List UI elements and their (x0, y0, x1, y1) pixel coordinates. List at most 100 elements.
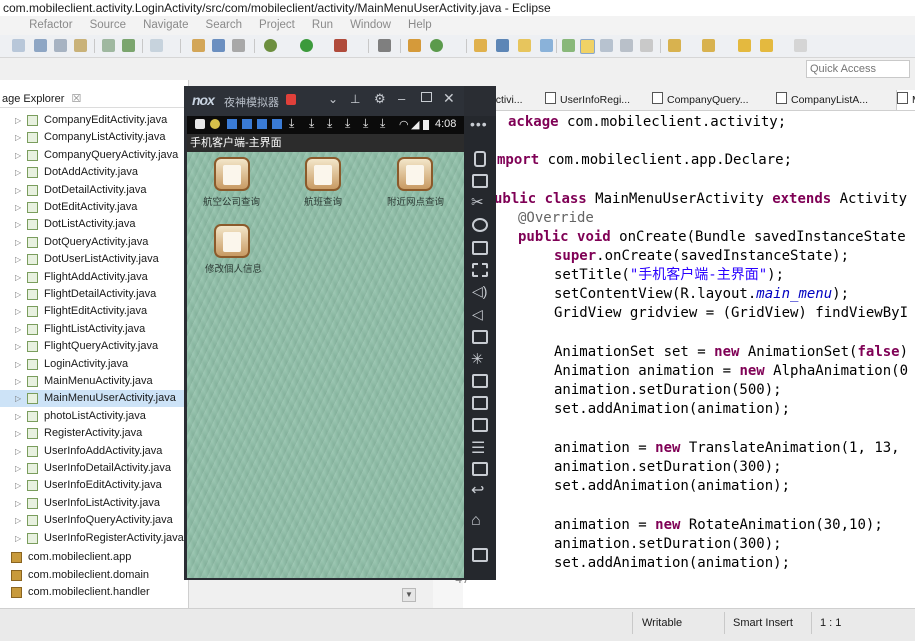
expand-arrow-icon[interactable]: ▷ (15, 164, 21, 181)
expand-arrow-icon[interactable]: ▷ (15, 303, 21, 320)
tree-file-item[interactable]: ▷ DotAddActivity.java (0, 164, 186, 181)
home-icon[interactable]: ⌂ (471, 512, 481, 530)
multi-instance-icon[interactable] (472, 396, 488, 410)
tree-file-item[interactable]: ▷ UserInfoAddActivity.java (0, 443, 186, 460)
menu-source[interactable]: Source (90, 19, 126, 31)
package-explorer-tab[interactable]: age Explorer ☒ (0, 90, 188, 108)
prev-annotation-icon[interactable] (702, 39, 715, 52)
expand-arrow-icon[interactable]: ▷ (15, 460, 21, 477)
open-type-icon[interactable] (192, 39, 205, 52)
search-icon[interactable] (378, 39, 391, 52)
back-icon[interactable] (760, 39, 773, 52)
open-folder-icon[interactable] (474, 39, 487, 52)
external-tools-icon[interactable] (334, 39, 347, 52)
code-area[interactable]: ackage com.mobileclient.activity; mport … (494, 110, 915, 580)
window-icon[interactable] (540, 39, 553, 52)
tree-file-item[interactable]: ▷ DotEditActivity.java (0, 199, 186, 216)
android-sdk-icon[interactable] (102, 39, 115, 52)
expand-arrow-icon[interactable]: ▷ (15, 147, 21, 164)
tree-file-item[interactable]: ▷ MainMenuActivity.java (0, 373, 186, 390)
menu-navigate[interactable]: Navigate (143, 19, 188, 31)
tree-package-item[interactable]: com.mobileclient.app (0, 549, 186, 566)
save-all-icon[interactable] (54, 39, 67, 52)
print-icon[interactable] (74, 39, 87, 52)
avd-manager-icon[interactable] (122, 39, 135, 52)
tree-file-item[interactable]: ▷ FlightAddActivity.java (0, 269, 186, 286)
tree-file-item[interactable]: ▷ FlightDetailActivity.java (0, 286, 186, 303)
expand-arrow-icon[interactable]: ▷ (15, 269, 21, 286)
fullscreen-icon[interactable] (472, 263, 488, 277)
expand-arrow-icon[interactable]: ▷ (15, 495, 21, 512)
console-icon[interactable] (232, 39, 245, 52)
new-icon[interactable] (12, 39, 25, 52)
keyboard-icon[interactable] (472, 174, 488, 188)
pin-icon[interactable]: ⊥ (350, 92, 360, 106)
expand-arrow-icon[interactable]: ▷ (15, 443, 21, 460)
forward-icon[interactable] (794, 39, 807, 52)
debug-icon[interactable] (264, 39, 277, 52)
tree-file-item[interactable]: ▷ UserInfoDetailActivity.java (0, 460, 186, 477)
tab-main-menu-user[interactable]: M (896, 90, 915, 110)
block-selection-icon[interactable] (600, 39, 613, 52)
new-package-icon[interactable] (408, 39, 421, 52)
expand-arrow-icon[interactable]: ▷ (15, 408, 21, 425)
tree-file-item[interactable]: ▷ DotDetailActivity.java (0, 182, 186, 199)
location-icon[interactable] (472, 218, 488, 232)
menu-help[interactable]: Help (408, 19, 432, 31)
pilcrow-icon[interactable] (640, 39, 653, 52)
new-class-icon[interactable] (430, 39, 443, 52)
checklist-icon[interactable] (150, 39, 163, 52)
tree-file-item[interactable]: ▷ UserInfoQueryActivity.java (0, 512, 186, 529)
scroll-down-button[interactable]: ▼ (402, 588, 416, 602)
outline-icon[interactable] (212, 39, 225, 52)
expand-arrow-icon[interactable]: ▷ (15, 251, 21, 268)
nearby-outlet-query-icon[interactable] (397, 157, 433, 191)
tab-company-list[interactable]: CompanyListA... (776, 90, 886, 110)
quick-access-input[interactable] (806, 60, 910, 78)
menu-window[interactable]: Window (350, 19, 391, 31)
gear-icon[interactable]: ⚙ (374, 91, 386, 107)
phone-rotate-icon[interactable] (474, 151, 486, 167)
shake-icon[interactable]: ✳ (471, 350, 484, 368)
expand-arrow-icon[interactable]: ▷ (15, 530, 21, 547)
back-icon[interactable]: ↩ (471, 480, 484, 500)
menu-run[interactable]: Run (312, 19, 333, 31)
recent-apps-icon[interactable] (472, 548, 488, 562)
tree-file-item[interactable]: ▷ FlightEditActivity.java (0, 303, 186, 320)
airline-query-icon[interactable] (214, 157, 250, 191)
apk-install-icon[interactable] (472, 330, 488, 344)
volume-down-icon[interactable]: ◁ (472, 306, 483, 323)
alert-icon[interactable] (286, 94, 296, 105)
tree-file-item[interactable]: ▷ LoginActivity.java (0, 356, 186, 373)
tree-file-item[interactable]: ▷ UserInfoListActivity.java (0, 495, 186, 512)
tree-file-item[interactable]: ▷ FlightListActivity.java (0, 321, 186, 338)
expand-arrow-icon[interactable]: ▷ (15, 286, 21, 303)
tree-file-item[interactable]: ▷ RegisterActivity.java (0, 425, 186, 442)
tab-userinfo-register[interactable]: UserInfoRegi... (545, 90, 645, 110)
expand-arrow-icon[interactable]: ▷ (15, 338, 21, 355)
tree-file-item[interactable]: ▷ CompanyListActivity.java (0, 129, 186, 146)
minimize-icon[interactable]: – (398, 91, 405, 106)
menu-search[interactable]: Search (206, 19, 242, 31)
expand-arrow-icon[interactable]: ▷ (15, 112, 21, 129)
tree-file-item[interactable]: ▷ CompanyQueryActivity.java (0, 147, 186, 164)
save-icon[interactable] (34, 39, 47, 52)
close-icon[interactable]: ✕ (443, 90, 455, 107)
expand-arrow-icon[interactable]: ▷ (15, 182, 21, 199)
expand-arrow-icon[interactable]: ▷ (15, 321, 21, 338)
screen-icon[interactable] (472, 241, 488, 255)
expand-arrow-icon[interactable]: ▷ (15, 199, 21, 216)
expand-arrow-icon[interactable]: ▷ (15, 373, 21, 390)
next-annotation-icon[interactable] (668, 39, 681, 52)
tree-file-item[interactable]: ▷ MainMenuUserActivity.java (0, 390, 186, 408)
tree-package-item[interactable]: com.mobileclient.handler (0, 584, 186, 601)
scissors-icon[interactable]: ✂ (471, 193, 484, 211)
expand-arrow-icon[interactable]: ▷ (15, 129, 21, 146)
show-whitespace-icon[interactable] (620, 39, 633, 52)
expand-arrow-icon[interactable]: ▷ (15, 477, 21, 494)
volume-up-icon[interactable]: ◁) (472, 283, 487, 300)
tree-package-item[interactable]: com.mobileclient.domain (0, 567, 186, 584)
run-icon[interactable] (300, 39, 313, 52)
tab-company-query[interactable]: CompanyQuery... (652, 90, 764, 110)
expand-arrow-icon[interactable]: ▷ (15, 425, 21, 442)
